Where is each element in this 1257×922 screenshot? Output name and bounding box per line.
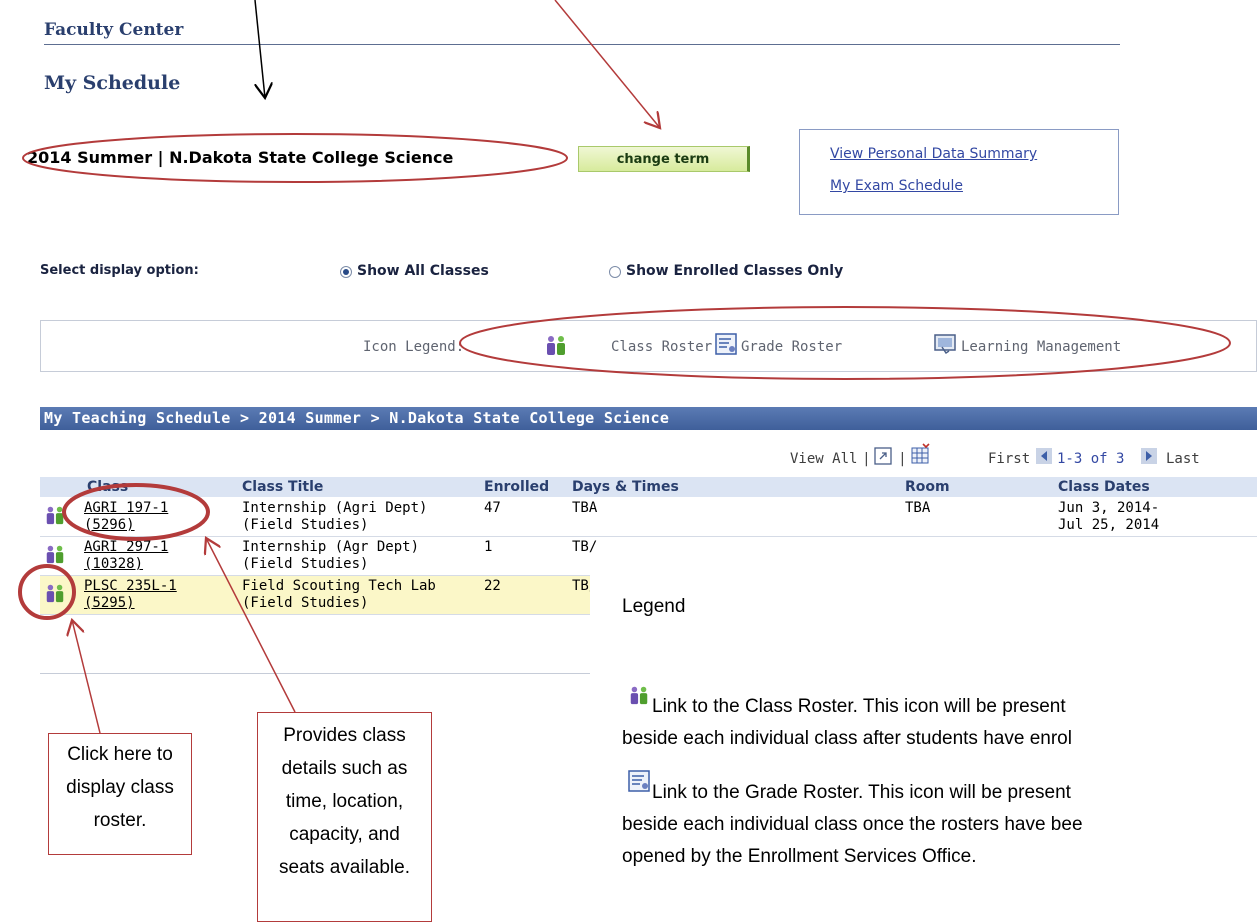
grade-roster-legend-text: Grade Roster — [741, 339, 843, 355]
class-number-link[interactable]: (5296) — [84, 517, 135, 534]
view-all-link[interactable]: View All — [790, 451, 857, 467]
legend-grade-roster-text: Link to the Grade Roster. This icon will… — [652, 782, 1071, 803]
class-roster-icon[interactable] — [44, 582, 66, 604]
col-class: Class — [87, 479, 129, 495]
room: TBA — [905, 500, 931, 516]
col-days-times: Days & Times — [572, 479, 679, 495]
icon-legend-label: Icon Legend: — [363, 339, 465, 355]
grade-roster-icon — [628, 770, 650, 792]
links-box: View Personal Data Summary My Exam Sched… — [799, 129, 1119, 215]
nav-separator-2: | — [900, 451, 905, 467]
next-arrow-icon[interactable] — [1141, 448, 1157, 464]
view-personal-data-link[interactable]: View Personal Data Summary — [830, 146, 1037, 162]
class-subtitle: (Field Studies) — [242, 517, 369, 533]
header-divider — [44, 44, 1120, 45]
page-title: My Schedule — [44, 72, 181, 94]
callout-line: seats available. — [279, 857, 410, 878]
exam-schedule-link[interactable]: My Exam Schedule — [830, 178, 963, 194]
enrolled-count: 47 — [484, 500, 501, 516]
faculty-center-title: Faculty Center — [44, 20, 184, 40]
class-dates: Jul 25, 2014 — [1058, 517, 1160, 533]
class-dates: Jun 3, 2014- — [1058, 500, 1160, 516]
days-times: TBA — [572, 500, 598, 516]
change-term-pointer-arrow — [554, 0, 660, 128]
col-class-dates: Class Dates — [1058, 479, 1150, 495]
class-subtitle: (Field Studies) — [242, 556, 369, 572]
class-link[interactable]: AGRI 297-1 — [84, 539, 168, 556]
display-option-label: Select display option: — [40, 263, 199, 278]
radio-show-all[interactable] — [340, 266, 352, 278]
callout-line: details such as — [281, 758, 408, 779]
callout-line: capacity, and — [289, 824, 400, 845]
class-subtitle: (Field Studies) — [242, 595, 369, 611]
class-roster-callout: Click here to display class roster. — [48, 733, 192, 855]
col-enrolled: Enrolled — [484, 479, 550, 495]
grade-roster-icon — [715, 333, 737, 355]
class-roster-icon — [630, 686, 648, 705]
legend-title: Legend — [622, 596, 686, 617]
class-title: Internship (Agri Dept) — [242, 500, 428, 516]
learning-management-icon — [934, 334, 956, 355]
class-roster-legend-text: Class Roster — [611, 339, 713, 355]
last-link[interactable]: Last — [1166, 451, 1200, 467]
class-title: Field Scouting Tech Lab — [242, 578, 436, 594]
enrolled-count: 22 — [484, 578, 501, 594]
zoom-icon[interactable] — [874, 447, 892, 465]
legend-grade-roster-text: beside each individual class once the ro… — [622, 814, 1083, 835]
class-number-link[interactable]: (5295) — [84, 595, 135, 612]
icon-legend-bar: Icon Legend: Class Roster Grade Roster L… — [40, 320, 1257, 372]
class-title: Internship (Agr Dept) — [242, 539, 420, 555]
class-details-callout: Provides class details such as time, loc… — [257, 712, 432, 922]
callout-line: Click here to — [67, 744, 173, 765]
class-link[interactable]: PLSC 235L-1 — [84, 578, 177, 595]
col-room: Room — [905, 479, 950, 495]
callout-line: roster. — [93, 810, 147, 831]
term-label: 2014 Summer | N.Dakota State College Sci… — [27, 148, 454, 167]
callout-line: time, location, — [285, 791, 404, 812]
class-number-link[interactable]: (10328) — [84, 556, 143, 573]
callout-line: display class — [66, 777, 174, 798]
change-term-button[interactable]: change term — [578, 146, 750, 172]
previous-arrow-icon[interactable] — [1036, 448, 1052, 464]
learning-management-legend-text: Learning Management — [961, 339, 1122, 355]
class-roster-icon — [547, 336, 565, 355]
enrolled-count: 1 — [484, 539, 493, 555]
days-times: TB/ — [572, 539, 598, 555]
col-class-title: Class Title — [242, 479, 324, 495]
legend-class-roster-text: beside each individual class after stude… — [622, 728, 1072, 749]
class-roster-icon[interactable] — [44, 504, 66, 526]
callout-line: Provides class — [283, 725, 406, 746]
first-link[interactable]: First — [988, 451, 1030, 467]
radio-show-enrolled[interactable] — [609, 266, 621, 278]
nav-separator-1: | — [864, 451, 869, 467]
legend-class-roster-text: Link to the Class Roster. This icon will… — [652, 696, 1066, 717]
term-pointer-arrow — [254, 0, 265, 98]
download-grid-icon[interactable] — [910, 443, 930, 465]
roster-callout-arrow — [72, 620, 101, 734]
show-enrolled-label[interactable]: Show Enrolled Classes Only — [626, 263, 843, 279]
legend-grade-roster-text: opened by the Enrollment Services Office… — [622, 846, 977, 867]
class-roster-icon[interactable] — [44, 543, 66, 565]
page-range: 1-3 of 3 — [1057, 451, 1125, 467]
class-link[interactable]: AGRI 197-1 — [84, 500, 168, 517]
show-all-label[interactable]: Show All Classes — [357, 263, 489, 279]
teaching-schedule-title: My Teaching Schedule > 2014 Summer > N.D… — [44, 409, 670, 427]
teaching-schedule-header: My Teaching Schedule > 2014 Summer > N.D… — [40, 407, 1257, 430]
